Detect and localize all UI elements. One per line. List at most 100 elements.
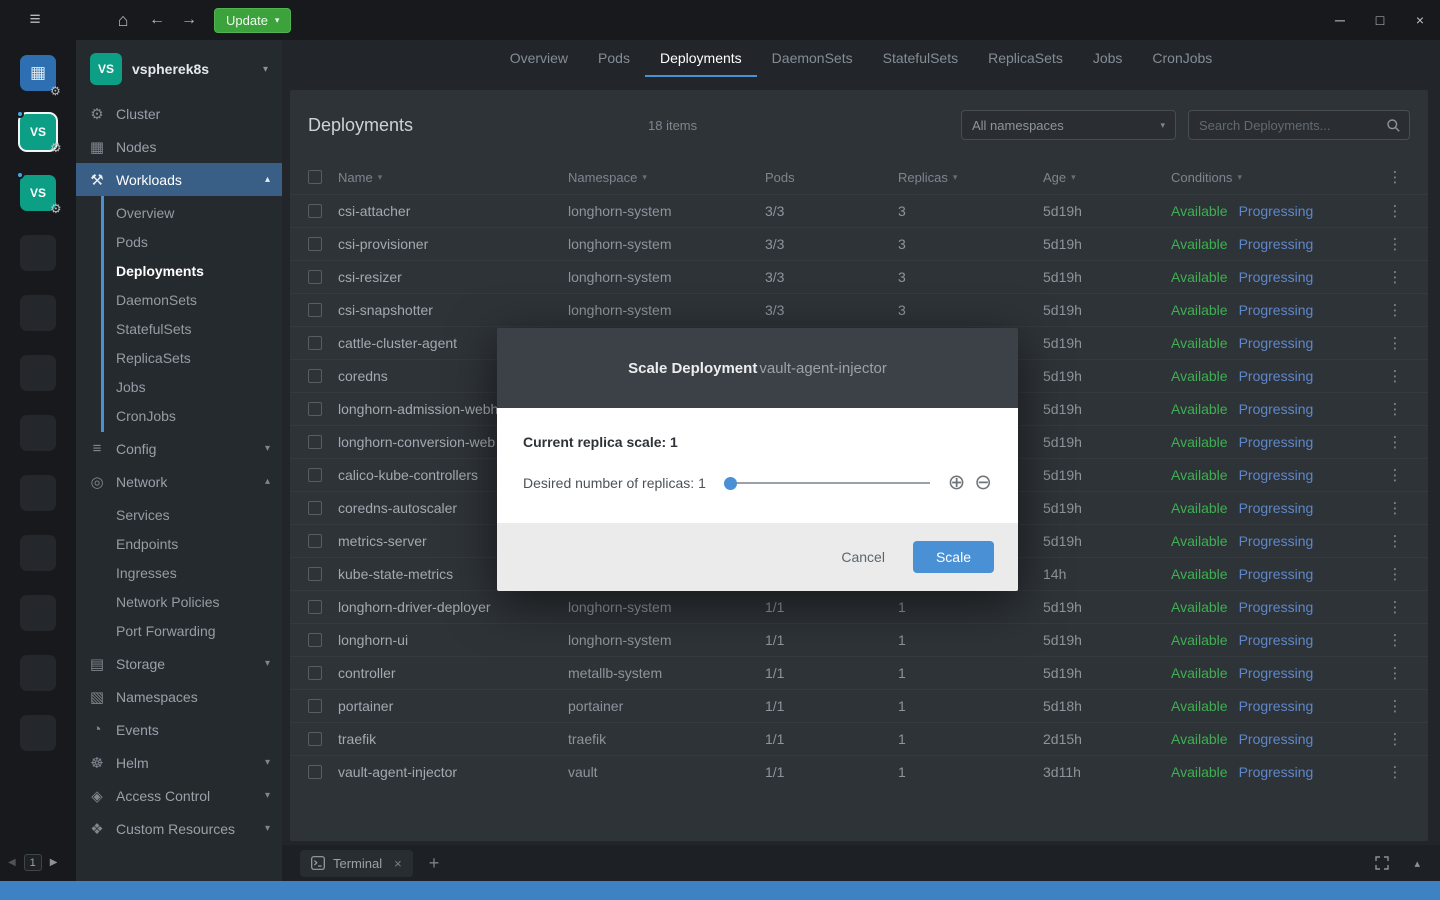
tab-jobs[interactable]: Jobs [1078,40,1138,77]
sidebar-item-daemonsets[interactable]: DaemonSets [104,285,282,314]
namespace-select[interactable]: All namespaces ▾ [961,110,1176,140]
row-checkbox[interactable] [308,501,322,515]
row-checkbox[interactable] [308,237,322,251]
row-menu-button[interactable]: ⋮ [1380,631,1410,649]
scale-button[interactable]: Scale [912,541,994,573]
row-checkbox[interactable] [308,468,322,482]
sidebar-item-network[interactable]: ◎ Network ▴ [76,465,282,498]
increase-replicas-icon[interactable]: ⊕ [948,472,966,493]
replicas-slider[interactable] [723,476,930,490]
row-checkbox[interactable] [308,666,322,680]
update-button[interactable]: Update ▾ [214,7,292,33]
close-icon[interactable]: × [394,856,402,871]
row-checkbox[interactable] [308,732,322,746]
column-header-namespace[interactable]: Namespace ▾ [568,170,765,185]
tab-pods[interactable]: Pods [583,40,645,77]
row-checkbox[interactable] [308,270,322,284]
cancel-button[interactable]: Cancel [841,549,885,565]
row-menu-button[interactable]: ⋮ [1380,565,1410,583]
table-row[interactable]: csi-attacher longhorn-system 3/3 3 5d19h Avai… [290,194,1428,227]
sidebar-item-namespaces[interactable]: ▧ Namespaces [76,680,282,713]
row-menu-button[interactable]: ⋮ [1380,697,1410,715]
row-menu-button[interactable]: ⋮ [1380,433,1410,451]
maximize-button[interactable]: □ [1360,12,1400,28]
table-row[interactable]: longhorn-ui longhorn-system 1/1 1 5d19h Avail… [290,623,1428,656]
row-menu-button[interactable]: ⋮ [1380,268,1410,286]
row-menu-button[interactable]: ⋮ [1380,400,1410,418]
row-checkbox[interactable] [308,303,322,317]
row-menu-button[interactable]: ⋮ [1380,730,1410,748]
prev-page-icon[interactable]: ◀ [8,857,16,868]
sidebar-item-deployments[interactable]: Deployments [104,256,282,285]
tab-cronjobs[interactable]: CronJobs [1137,40,1227,77]
sidebar-item-config[interactable]: ≡ Config ▾ [76,432,282,465]
menu-icon[interactable]: ≡ [22,9,48,31]
row-menu-button[interactable]: ⋮ [1380,367,1410,385]
row-checkbox[interactable] [308,600,322,614]
forward-icon[interactable]: → [176,11,202,29]
column-header-conditions[interactable]: Conditions ▾ [1171,170,1380,185]
search-input[interactable] [1199,117,1386,133]
table-row[interactable]: controller metallb-system 1/1 1 5d19h Availab… [290,656,1428,689]
row-menu-button[interactable]: ⋮ [1380,763,1410,781]
table-row[interactable]: portainer portainer 1/1 1 5d18h Available Prog… [290,689,1428,722]
sidebar-item-statefulsets[interactable]: StatefulSets [104,314,282,343]
row-checkbox[interactable] [308,435,322,449]
cluster-selector[interactable]: VS vspherek8s ▾ [76,40,282,97]
sidebar-item-port-forwarding[interactable]: Port Forwarding [104,616,282,645]
column-header-name[interactable]: Name ▾ [338,170,568,185]
home-icon[interactable]: ⌂ [110,10,136,31]
next-page-icon[interactable]: ▶ [50,857,58,868]
table-row[interactable]: csi-snapshotter longhorn-system 3/3 3 5d19h A… [290,293,1428,326]
row-menu-button[interactable]: ⋮ [1380,202,1410,220]
sidebar-item-endpoints[interactable]: Endpoints [104,529,282,558]
row-menu-button[interactable]: ⋮ [1380,334,1410,352]
row-checkbox[interactable] [308,204,322,218]
sidebar-item-access-control[interactable]: ◈ Access Control ▾ [76,779,282,812]
row-menu-button[interactable]: ⋮ [1380,664,1410,682]
table-row[interactable]: longhorn-driver-deployer longhorn-system 1… [290,590,1428,623]
terminal-tab[interactable]: Terminal × [300,849,413,877]
table-row[interactable]: csi-provisioner longhorn-system 3/3 3 5d19h A… [290,227,1428,260]
row-checkbox[interactable] [308,336,322,350]
sidebar-item-helm[interactable]: ☸ Helm ▾ [76,746,282,779]
select-all-checkbox[interactable] [308,170,322,184]
table-row[interactable]: traefik traefik 1/1 1 2d15h Available Progress… [290,722,1428,755]
slider-thumb[interactable] [723,476,737,490]
row-checkbox[interactable] [308,567,322,581]
table-row[interactable]: vault-agent-injector vault 1/1 1 3d11h Availa… [290,755,1428,788]
close-button[interactable]: × [1400,12,1440,28]
row-checkbox[interactable] [308,633,322,647]
sidebar-item-replicasets[interactable]: ReplicaSets [104,343,282,372]
minimize-button[interactable]: ─ [1320,12,1360,28]
sidebar-item-events[interactable]: ◔ Events [76,713,282,746]
column-header-age[interactable]: Age ▾ [1043,170,1171,185]
gear-icon[interactable]: ⚙ [50,201,62,217]
gear-icon[interactable]: ⚙ [50,140,62,156]
row-menu-button[interactable]: ⋮ [1380,499,1410,517]
row-menu-button[interactable]: ⋮ [1380,466,1410,484]
sidebar-item-workloads[interactable]: ⚒ Workloads ▴ [76,163,282,196]
row-checkbox[interactable] [308,699,322,713]
row-menu-button[interactable]: ⋮ [1380,532,1410,550]
tab-deployments[interactable]: Deployments [644,40,757,77]
row-menu-button[interactable]: ⋮ [1380,598,1410,616]
tab-statefulsets[interactable]: StatefulSets [868,40,974,77]
new-terminal-button[interactable]: + [429,853,440,874]
header-menu-button[interactable]: ⋮ [1380,168,1410,186]
row-checkbox[interactable] [308,369,322,383]
column-header-pods[interactable]: Pods [765,170,898,185]
tab-overview[interactable]: Overview [495,40,583,77]
sidebar-item-pods[interactable]: Pods [104,227,282,256]
row-menu-button[interactable]: ⋮ [1380,301,1410,319]
tab-daemonsets[interactable]: DaemonSets [757,40,868,77]
sidebar-item-network-policies[interactable]: Network Policies [104,587,282,616]
row-menu-button[interactable]: ⋮ [1380,235,1410,253]
sidebar-item-overview[interactable]: Overview [104,198,282,227]
table-row[interactable]: csi-resizer longhorn-system 3/3 3 5d19h Avail… [290,260,1428,293]
column-header-replicas[interactable]: Replicas ▾ [898,170,1043,185]
decrease-replicas-icon[interactable]: ⊖ [974,472,992,493]
tab-replicasets[interactable]: ReplicaSets [973,40,1078,77]
sidebar-item-ingresses[interactable]: Ingresses [104,558,282,587]
row-checkbox[interactable] [308,765,322,779]
